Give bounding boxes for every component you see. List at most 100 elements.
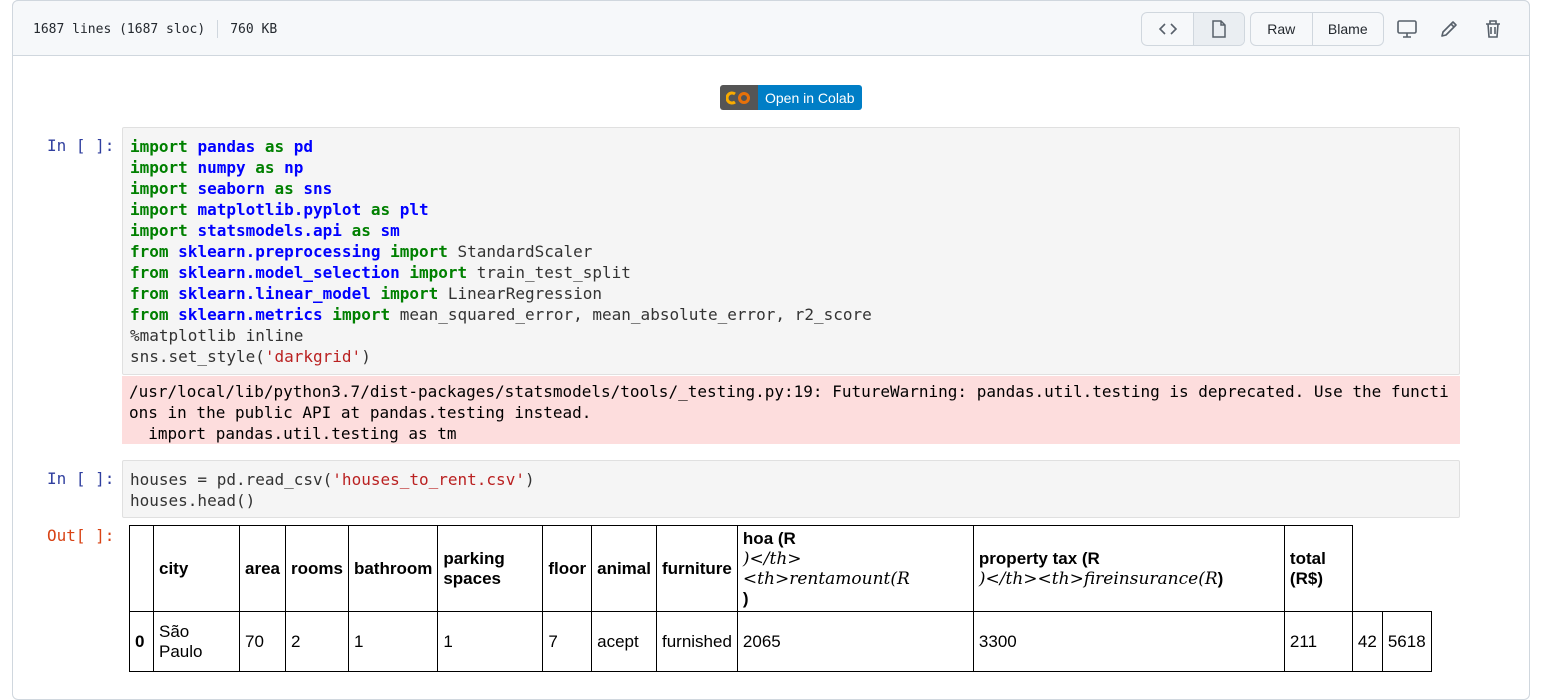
code-token: import [130, 158, 198, 177]
preview-button[interactable] [1193, 13, 1244, 45]
header-math: )</th><th>fireinsurance(R [978, 568, 1218, 589]
code-cell-read-csv[interactable]: houses = pd.read_csv('houses_to_rent.csv… [122, 460, 1460, 518]
code-token: import [399, 263, 477, 282]
code-token: sklearn.preprocessing [178, 242, 381, 261]
table-cell: 3300 [972, 611, 1285, 672]
table-cell: acept [591, 611, 657, 672]
line-count: 1687 lines (1687 sloc) [33, 21, 206, 37]
code-view-button[interactable] [1142, 13, 1193, 45]
column-header-property-tax: property tax (R)</th><th>fireinsurance(R… [972, 525, 1285, 612]
code-token: statsmodels.api [197, 221, 342, 240]
code-token: import [380, 242, 458, 261]
desktop-button[interactable] [1393, 15, 1421, 43]
table-cell: 70 [239, 611, 286, 672]
index-header [129, 525, 154, 612]
code-token: as [264, 179, 304, 198]
raw-blame-group: Raw Blame [1250, 12, 1384, 46]
colab-badge-label: Open in Colab [758, 85, 862, 110]
table-cell: 2065 [736, 611, 974, 672]
code-token: 'houses_to_rent.csv' [332, 470, 525, 489]
pencil-icon [1441, 21, 1457, 37]
file-meta: 1687 lines (1687 sloc) 760 KB [33, 20, 277, 38]
code-icon [1158, 23, 1177, 35]
header-text: hoa (R [742, 528, 796, 548]
code-token: import [130, 179, 198, 198]
edit-button[interactable] [1435, 15, 1463, 43]
code-token: plt [399, 200, 429, 219]
code-token: %matplotlib inline [130, 326, 304, 345]
column-header: total (R$) [1283, 525, 1353, 612]
delete-button[interactable] [1479, 15, 1507, 43]
column-header-hoa: hoa (R)</th><th>rentamount(R) [736, 525, 974, 612]
header-text: ) [742, 588, 749, 608]
code-token: houses.head() [130, 491, 256, 510]
output-prompt: Out[ ]: [47, 526, 115, 545]
column-header: rooms [284, 525, 349, 612]
row-index: 0 [129, 611, 154, 672]
column-header: area [239, 525, 286, 612]
desktop-icon [1397, 20, 1417, 38]
file-size: 760 KB [230, 21, 278, 37]
dataframe-table: city area rooms bathroom parking spaces … [129, 525, 1432, 672]
code-token: sklearn.metrics [178, 305, 323, 324]
code-token: import [130, 200, 198, 219]
code-token: numpy [197, 158, 246, 177]
code-token: from [130, 263, 179, 282]
table-header-row: city area rooms bathroom parking spaces … [129, 525, 1432, 612]
code-token: sm [380, 221, 400, 240]
divider [217, 20, 219, 38]
code-token: matplotlib.pyplot [197, 200, 362, 219]
code-token: sklearn.model_selection [178, 263, 400, 282]
code-token: import [130, 137, 198, 156]
code-token: sns.set_style( [130, 347, 265, 366]
input-prompt: In [ ]: [47, 469, 115, 488]
column-header: parking spaces [437, 525, 544, 612]
input-prompt: In [ ]: [47, 136, 115, 155]
code-token: as [255, 137, 294, 156]
code-token: seaborn [197, 179, 265, 198]
table-row: 0 São Paulo 70 2 1 1 7 acept furnished 2065 3300 21… [129, 611, 1432, 672]
column-header: bathroom [347, 525, 439, 612]
stderr-output: /usr/local/lib/python3.7/dist-packages/s… [122, 376, 1460, 444]
code-token: sklearn.linear_model [178, 284, 371, 303]
header-text: ) [1217, 568, 1224, 588]
code-token: LinearRegression [447, 284, 603, 303]
colab-logo-icon [720, 85, 758, 110]
table-cell: 1 [347, 611, 439, 672]
table-cell: furnished [655, 611, 738, 672]
code-token: ) [524, 470, 535, 489]
table-cell: 211 [1283, 611, 1353, 672]
code-token: import [322, 305, 400, 324]
file-icon [1212, 20, 1226, 38]
trash-icon [1486, 20, 1500, 38]
code-token: as [341, 221, 381, 240]
column-header: animal [591, 525, 657, 612]
code-token: import [370, 284, 448, 303]
code-token: import [130, 221, 198, 240]
raw-button[interactable]: Raw [1251, 13, 1312, 45]
header-math: )</th><th>rentamount(R [742, 548, 910, 589]
table-cell: 2 [284, 611, 349, 672]
open-in-colab-badge[interactable]: Open in Colab [720, 85, 862, 110]
code-token: as [361, 200, 400, 219]
column-header: city [153, 525, 240, 612]
table-body: 0 São Paulo 70 2 1 1 7 acept furnished 2065 3300 21… [129, 611, 1432, 672]
code-cell-imports[interactable]: import pandas as pd import numpy as np i… [122, 127, 1460, 375]
table-cell: São Paulo [153, 611, 240, 672]
table-cell: 5618 [1381, 611, 1432, 672]
code-token: ) [361, 347, 371, 366]
code-token: StandardScaler [457, 242, 593, 261]
table-cell: 7 [542, 611, 593, 672]
table-cell: 42 [1351, 611, 1383, 672]
file-header: 1687 lines (1687 sloc) 760 KB Raw Blame [12, 0, 1530, 56]
code-token: mean_squared_error, mean_absolute_error,… [399, 305, 872, 324]
code-token: houses = pd.read_csv( [130, 470, 333, 489]
code-token: from [130, 284, 179, 303]
code-token: pandas [197, 137, 256, 156]
blame-button[interactable]: Blame [1311, 13, 1383, 45]
column-header: furniture [655, 525, 738, 612]
code-token: 'darkgrid' [264, 347, 362, 366]
code-token: from [130, 242, 179, 261]
header-text: property tax (R [978, 548, 1100, 568]
code-token: pd [293, 137, 314, 156]
